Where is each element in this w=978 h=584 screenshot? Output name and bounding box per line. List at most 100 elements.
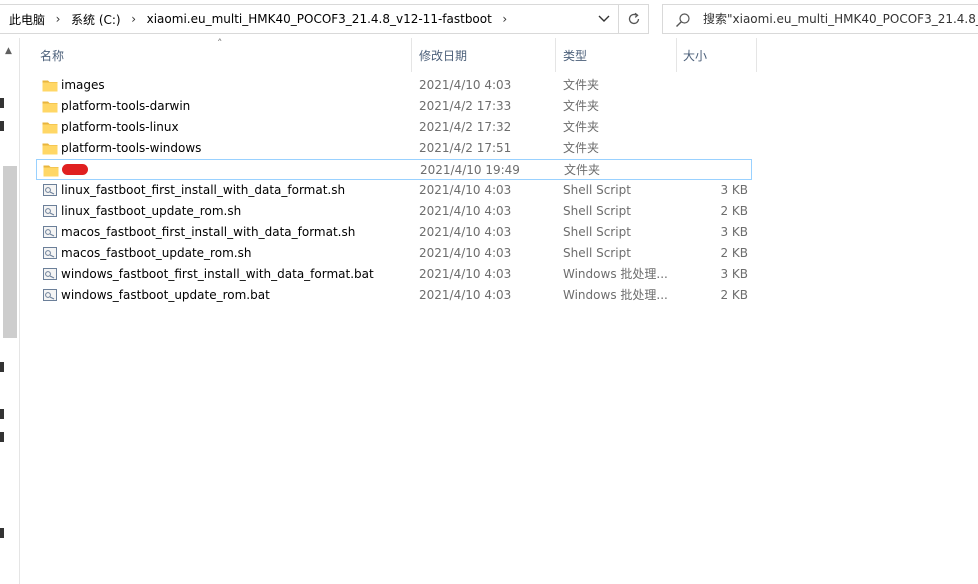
file-row[interactable]: linux_fastboot_first_install_with_data_f…	[36, 180, 752, 201]
file-date: 2021/4/10 4:03	[419, 225, 512, 239]
file-date: 2021/4/10 4:03	[419, 204, 512, 218]
file-row[interactable]: windows_fastboot_update_rom.bat 2021/4/10…	[36, 285, 752, 306]
script-file-icon	[42, 267, 58, 281]
breadcrumb-current-folder[interactable]: xiaomi.eu_multi_HMK40_POCOF3_21.4.8_v12-…	[145, 12, 494, 26]
folder-icon	[42, 99, 58, 113]
file-list: ˄ 名称 修改日期 类型 大小 images 2021/4/10 4:03 文件夹 p…	[20, 38, 978, 584]
file-date: 2021/4/10 4:03	[419, 288, 512, 302]
redaction-mark	[62, 164, 88, 175]
column-header-type[interactable]: 类型	[563, 38, 587, 72]
file-row[interactable]: macos_fastboot_update_rom.sh 2021/4/10 4:…	[36, 243, 752, 264]
file-type: 文件夹	[563, 99, 600, 113]
column-divider[interactable]	[676, 38, 677, 72]
file-name: windows_fastboot_first_install_with_data…	[61, 267, 374, 281]
breadcrumb-this-pc[interactable]: 此电脑	[0, 11, 47, 28]
file-date: 2021/4/10 19:49	[420, 163, 520, 177]
column-header-date[interactable]: 修改日期	[419, 38, 467, 72]
file-name: macos_fastboot_first_install_with_data_f…	[61, 225, 356, 239]
column-divider[interactable]	[756, 38, 757, 72]
file-name: linux_fastboot_first_install_with_data_f…	[61, 183, 346, 197]
script-file-icon	[42, 225, 58, 239]
breadcrumb-system-drive[interactable]: 系统 (C:)	[69, 11, 123, 28]
nav-item-fragment[interactable]	[0, 98, 4, 108]
nav-item-fragment[interactable]	[0, 121, 4, 131]
file-name: images	[61, 78, 105, 92]
file-row[interactable]: images 2021/4/10 4:03 文件夹	[36, 75, 752, 96]
file-date: 2021/4/2 17:32	[419, 120, 512, 134]
navigation-pane: ▲	[0, 38, 19, 584]
file-type: Shell Script	[563, 246, 631, 260]
column-divider[interactable]	[555, 38, 556, 72]
search-icon	[676, 13, 690, 27]
file-type: Shell Script	[563, 204, 631, 218]
file-size: 3 KB	[720, 183, 748, 197]
folder-icon	[42, 141, 58, 155]
address-bar[interactable]: 此电脑 › 系统 (C:) › xiaomi.eu_multi_HMK40_PO…	[0, 4, 619, 34]
file-name: platform-tools-linux	[61, 120, 179, 134]
file-date: 2021/4/10 4:03	[419, 78, 512, 92]
file-type: 文件夹	[563, 141, 600, 155]
folder-icon	[43, 163, 59, 177]
file-size: 2 KB	[720, 204, 748, 218]
file-row[interactable]: windows_fastboot_first_install_with_data…	[36, 264, 752, 285]
file-size	[686, 138, 748, 159]
file-type: Shell Script	[563, 225, 631, 239]
breadcrumb: 此电脑 › 系统 (C:) › xiaomi.eu_multi_HMK40_PO…	[0, 5, 516, 33]
address-toolbar: 此电脑 › 系统 (C:) › xiaomi.eu_multi_HMK40_PO…	[0, 0, 978, 38]
file-name: linux_fastboot_update_rom.sh	[61, 204, 242, 218]
script-file-icon	[42, 204, 58, 218]
chevron-down-icon	[598, 15, 610, 22]
nav-item-fragment[interactable]	[0, 528, 4, 538]
folder-icon	[42, 120, 58, 134]
column-divider[interactable]	[411, 38, 412, 72]
chevron-right-icon[interactable]: ›	[123, 12, 145, 26]
file-type: 文件夹	[563, 78, 600, 92]
file-row[interactable]: macos_fastboot_first_install_with_data_f…	[36, 222, 752, 243]
file-name: platform-tools-darwin	[61, 99, 191, 113]
refresh-icon	[628, 12, 639, 25]
file-type: Windows 批处理...	[563, 267, 668, 281]
file-size: 2 KB	[720, 246, 748, 260]
file-date: 2021/4/10 4:03	[419, 246, 512, 260]
column-header: ˄ 名称 修改日期 类型 大小	[20, 38, 978, 72]
file-row[interactable]: linux_fastboot_update_rom.sh 2021/4/10 4:…	[36, 201, 752, 222]
column-header-name[interactable]: 名称	[40, 38, 64, 72]
file-row[interactable]: platform-tools-linux 2021/4/2 17:32 文件夹	[36, 117, 752, 138]
search-box[interactable]	[662, 4, 978, 34]
file-row[interactable]: 2021/4/10 19:49 文件夹	[36, 159, 752, 180]
file-date: 2021/4/2 17:33	[419, 99, 512, 113]
file-size	[686, 75, 748, 96]
folder-icon	[42, 78, 58, 92]
file-name: platform-tools-windows	[61, 141, 202, 155]
file-size	[687, 160, 749, 181]
script-file-icon	[42, 288, 58, 302]
search-input[interactable]	[703, 5, 978, 33]
file-row[interactable]: platform-tools-windows 2021/4/2 17:51 文件夹	[36, 138, 752, 159]
scroll-up-icon[interactable]: ▲	[5, 46, 12, 56]
column-header-size[interactable]: 大小	[683, 38, 707, 72]
chevron-right-icon[interactable]: ›	[494, 12, 516, 26]
file-size: 3 KB	[720, 267, 748, 281]
file-size: 3 KB	[720, 225, 748, 239]
file-size	[686, 117, 748, 138]
file-name: macos_fastboot_update_rom.sh	[61, 246, 252, 260]
address-history-button[interactable]	[591, 5, 617, 33]
script-file-icon	[42, 183, 58, 197]
file-type: 文件夹	[563, 120, 600, 134]
navigation-scrollbar-thumb[interactable]	[3, 166, 17, 338]
refresh-button[interactable]	[619, 4, 649, 34]
file-size	[686, 96, 748, 117]
file-type: Shell Script	[563, 183, 631, 197]
nav-item-fragment[interactable]	[0, 432, 4, 442]
nav-item-fragment[interactable]	[0, 362, 4, 372]
nav-item-fragment[interactable]	[0, 409, 4, 419]
file-row[interactable]: platform-tools-darwin 2021/4/2 17:33 文件夹	[36, 96, 752, 117]
file-date: 2021/4/2 17:51	[419, 141, 512, 155]
file-name	[62, 160, 88, 181]
file-size: 2 KB	[720, 288, 748, 302]
file-name: windows_fastboot_update_rom.bat	[61, 288, 270, 302]
file-type: 文件夹	[564, 163, 601, 177]
sort-ascending-icon: ˄	[217, 37, 223, 50]
chevron-right-icon[interactable]: ›	[47, 12, 69, 26]
script-file-icon	[42, 246, 58, 260]
